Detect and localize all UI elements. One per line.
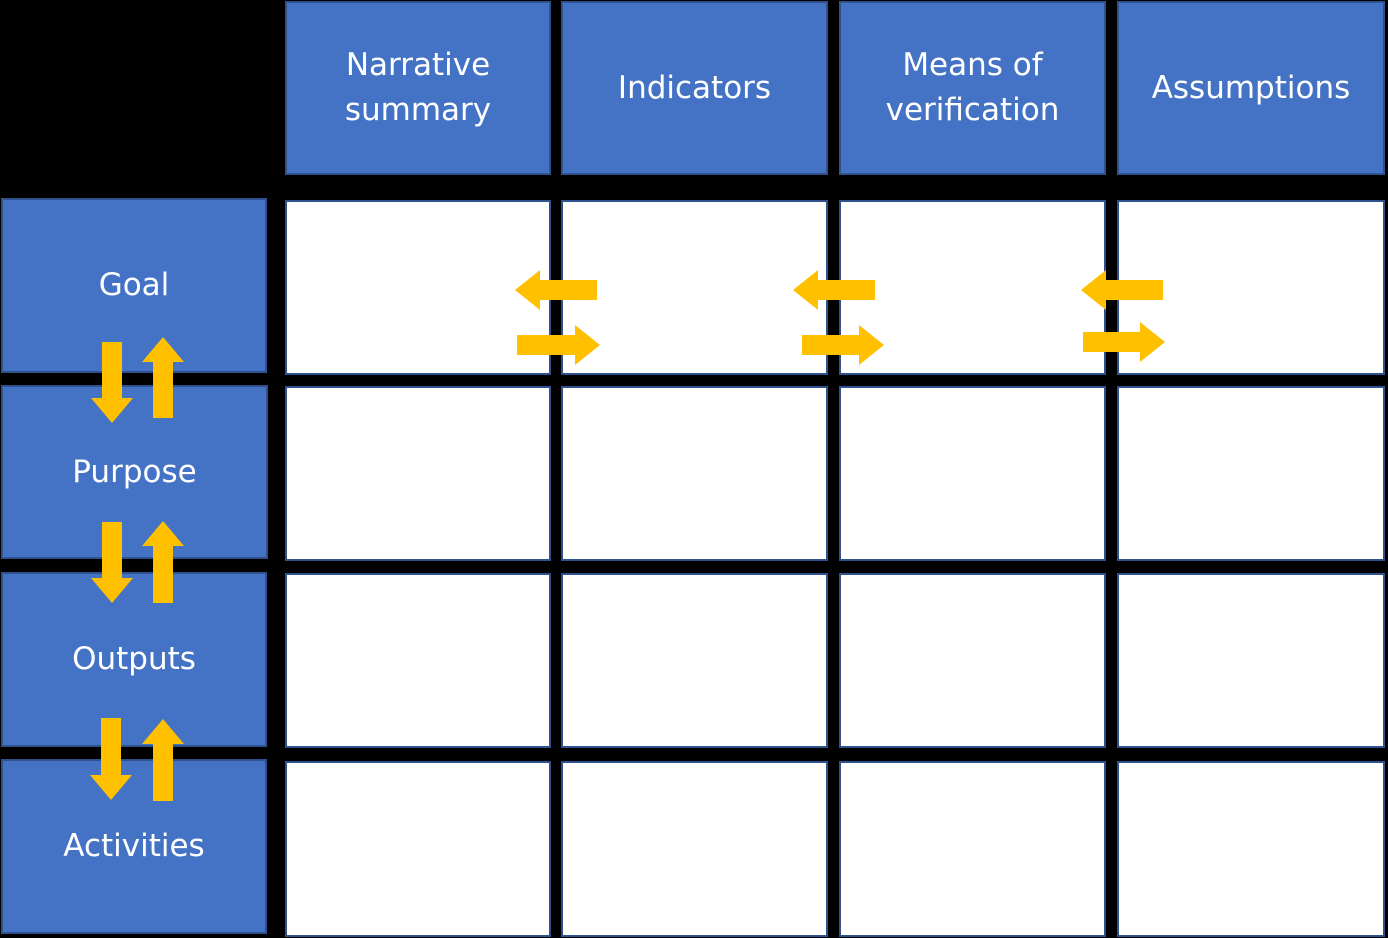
arrows-layer — [90, 270, 1165, 801]
arrow-left-icon — [515, 270, 597, 310]
arrow-up-icon — [142, 337, 184, 418]
arrow-right-icon — [802, 325, 884, 365]
arrow-up-icon — [142, 521, 184, 603]
arrow-down-icon — [90, 718, 132, 800]
arrow-up-icon — [142, 719, 184, 801]
arrow-left-icon — [1081, 270, 1163, 310]
arrow-right-icon — [517, 325, 600, 365]
arrow-right-icon — [1083, 322, 1165, 362]
arrow-down-icon — [91, 342, 133, 423]
arrow-down-icon — [91, 522, 133, 603]
arrow-left-icon — [793, 270, 875, 310]
